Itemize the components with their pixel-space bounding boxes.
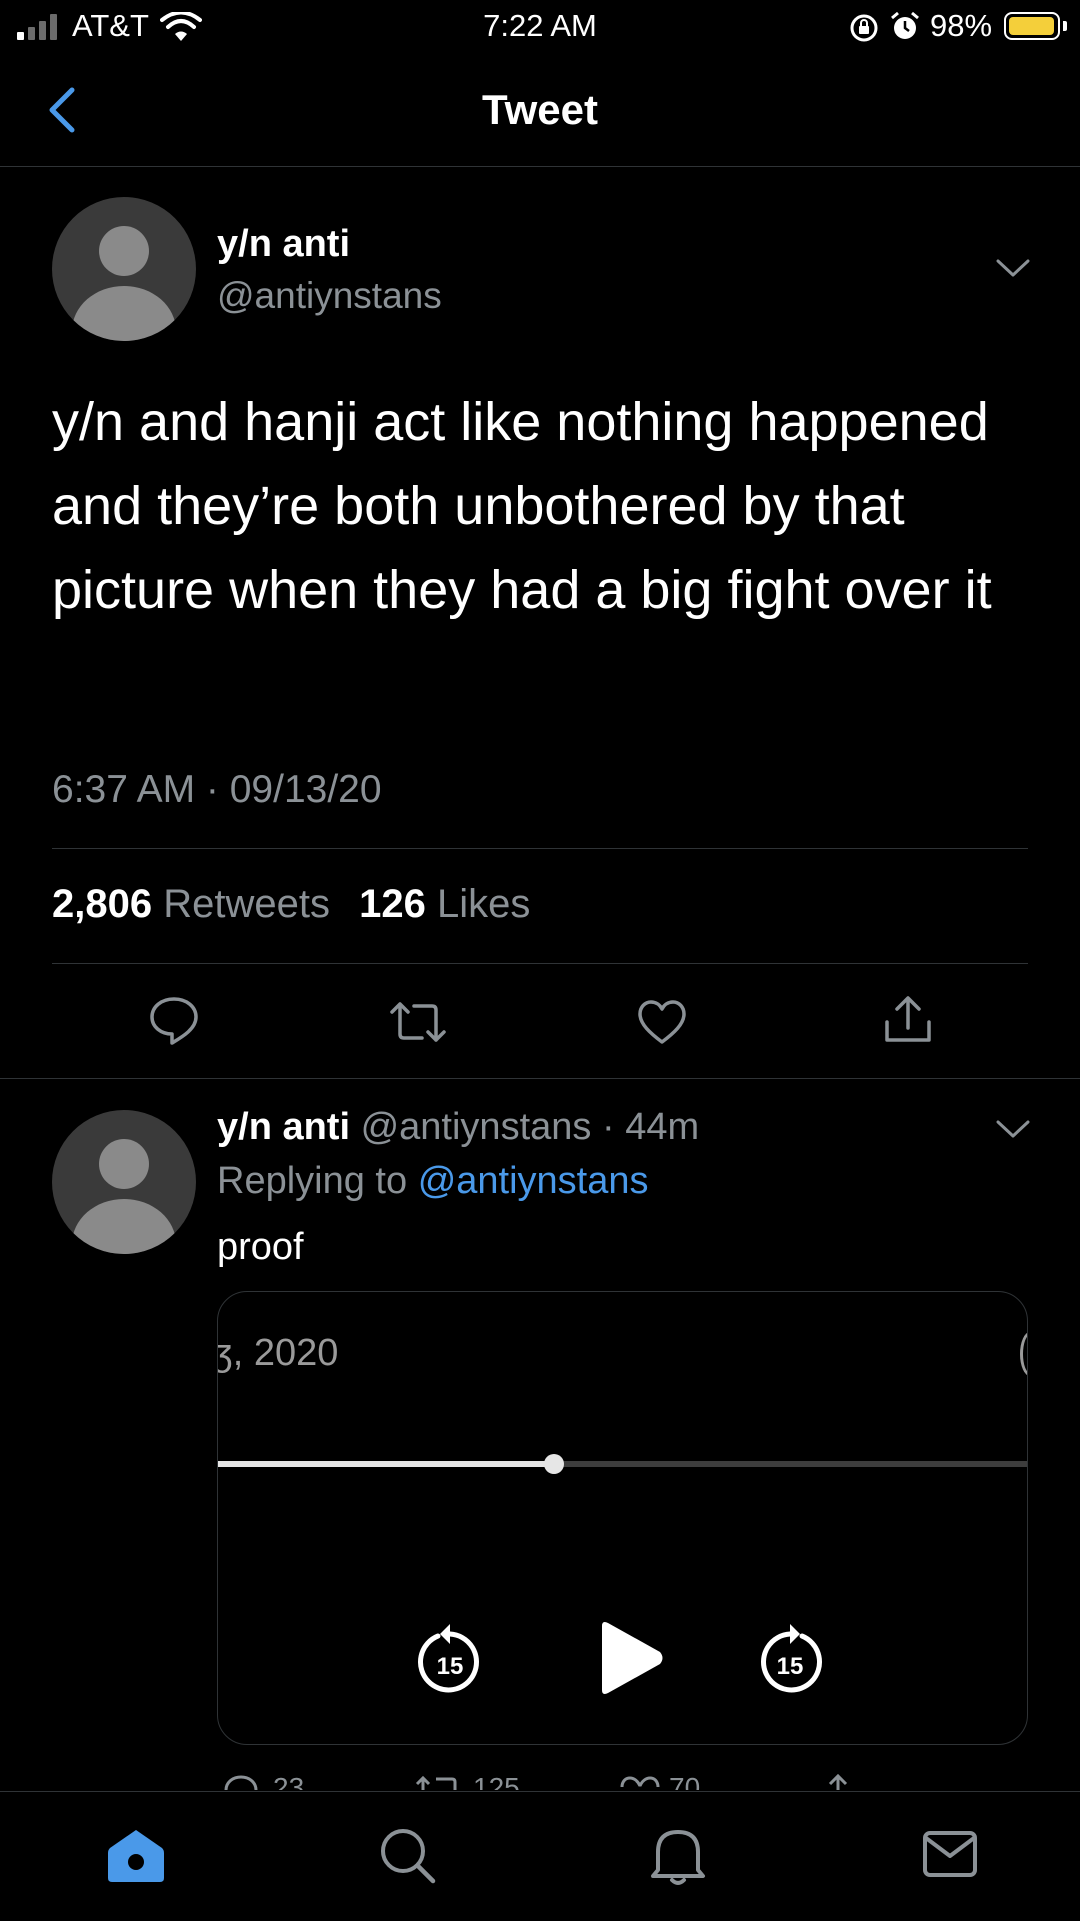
date-cut-glyph: ʒ bbox=[218, 1332, 233, 1374]
dot-separator: · bbox=[591, 1106, 626, 1148]
tweet-timestamp: 6:37 AM · 09/13/20 bbox=[52, 768, 382, 811]
cut-glyph bbox=[1020, 1332, 1027, 1376]
author-name[interactable]: y/n anti bbox=[217, 223, 350, 266]
author-handle[interactable]: @antiynstans bbox=[217, 275, 442, 317]
share-icon[interactable] bbox=[825, 1772, 851, 1790]
battery-percent: 98% bbox=[930, 8, 993, 43]
skip-forward-seconds: 15 bbox=[777, 1653, 804, 1680]
media-date-text: ʒ, 2020 bbox=[218, 1332, 339, 1375]
skip-forward-15-icon[interactable]: 15 bbox=[756, 1622, 824, 1694]
reply-icon[interactable] bbox=[223, 1774, 259, 1790]
like-icon[interactable] bbox=[620, 1774, 660, 1790]
battery-icon bbox=[1004, 12, 1060, 40]
search-icon[interactable] bbox=[378, 1826, 438, 1886]
avatar[interactable] bbox=[52, 197, 196, 341]
chevron-down-icon[interactable] bbox=[994, 1117, 1032, 1141]
home-icon[interactable] bbox=[106, 1828, 166, 1884]
share-icon[interactable] bbox=[882, 994, 934, 1046]
retweet-icon[interactable] bbox=[414, 1774, 458, 1790]
page-title: Tweet bbox=[482, 86, 598, 133]
media-player[interactable]: ʒ, 2020 15 15 bbox=[217, 1291, 1028, 1745]
reply-author-name[interactable]: y/n anti bbox=[217, 1106, 350, 1148]
tab-bar bbox=[0, 1791, 1080, 1921]
header-divider bbox=[0, 166, 1080, 167]
replying-prefix: Replying to bbox=[217, 1160, 408, 1202]
like-icon[interactable] bbox=[636, 998, 688, 1046]
reply-icon[interactable] bbox=[148, 995, 200, 1047]
play-icon[interactable] bbox=[592, 1618, 666, 1698]
progress-fill bbox=[218, 1461, 554, 1467]
reply-retweet-count: 125 bbox=[473, 1772, 520, 1790]
replying-handle-link[interactable]: @antiynstans bbox=[418, 1160, 649, 1202]
messages-icon[interactable] bbox=[922, 1830, 978, 1878]
replying-to: Replying to @antiynstans bbox=[217, 1160, 649, 1203]
retweets-count[interactable]: 2,806 bbox=[52, 882, 152, 926]
reply-count: 23 bbox=[273, 1772, 305, 1790]
status-bar: AT&T 7:22 AM 98% bbox=[0, 0, 1080, 54]
stats-divider bbox=[52, 963, 1028, 964]
retweet-icon[interactable] bbox=[388, 1000, 448, 1044]
tweet-stats: 2,806 Retweets 126 Likes bbox=[52, 882, 548, 927]
skip-back-seconds: 15 bbox=[437, 1653, 464, 1680]
reply-author-handle[interactable]: @antiynstans bbox=[361, 1106, 592, 1148]
reply-actions-row: 23 125 70 bbox=[217, 1770, 917, 1790]
battery-cap bbox=[1063, 21, 1067, 31]
default-profile-icon bbox=[72, 1139, 176, 1254]
reply-header: y/n anti @antiynstans · 44m bbox=[217, 1106, 699, 1149]
skip-back-15-icon[interactable]: 15 bbox=[416, 1622, 484, 1694]
reply-age: 44m bbox=[625, 1106, 700, 1148]
progress-thumb[interactable] bbox=[544, 1454, 564, 1474]
alarm-icon bbox=[891, 11, 919, 39]
default-profile-icon bbox=[72, 226, 176, 341]
likes-label[interactable]: Likes bbox=[437, 882, 530, 926]
reply-avatar[interactable] bbox=[52, 1110, 196, 1254]
orientation-lock-icon bbox=[850, 14, 878, 42]
chevron-down-icon[interactable] bbox=[994, 256, 1032, 280]
timestamp-divider bbox=[52, 848, 1028, 849]
notifications-icon[interactable] bbox=[650, 1824, 706, 1888]
retweets-label[interactable]: Retweets bbox=[163, 882, 330, 926]
reply-like-count: 70 bbox=[669, 1772, 701, 1790]
actions-divider bbox=[0, 1078, 1080, 1079]
media-date: , 2020 bbox=[232, 1332, 339, 1374]
likes-count[interactable]: 126 bbox=[359, 882, 426, 926]
reply-text: proof bbox=[217, 1226, 304, 1268]
tweet-text: y/n and hanji act like nothing happened … bbox=[52, 392, 992, 620]
